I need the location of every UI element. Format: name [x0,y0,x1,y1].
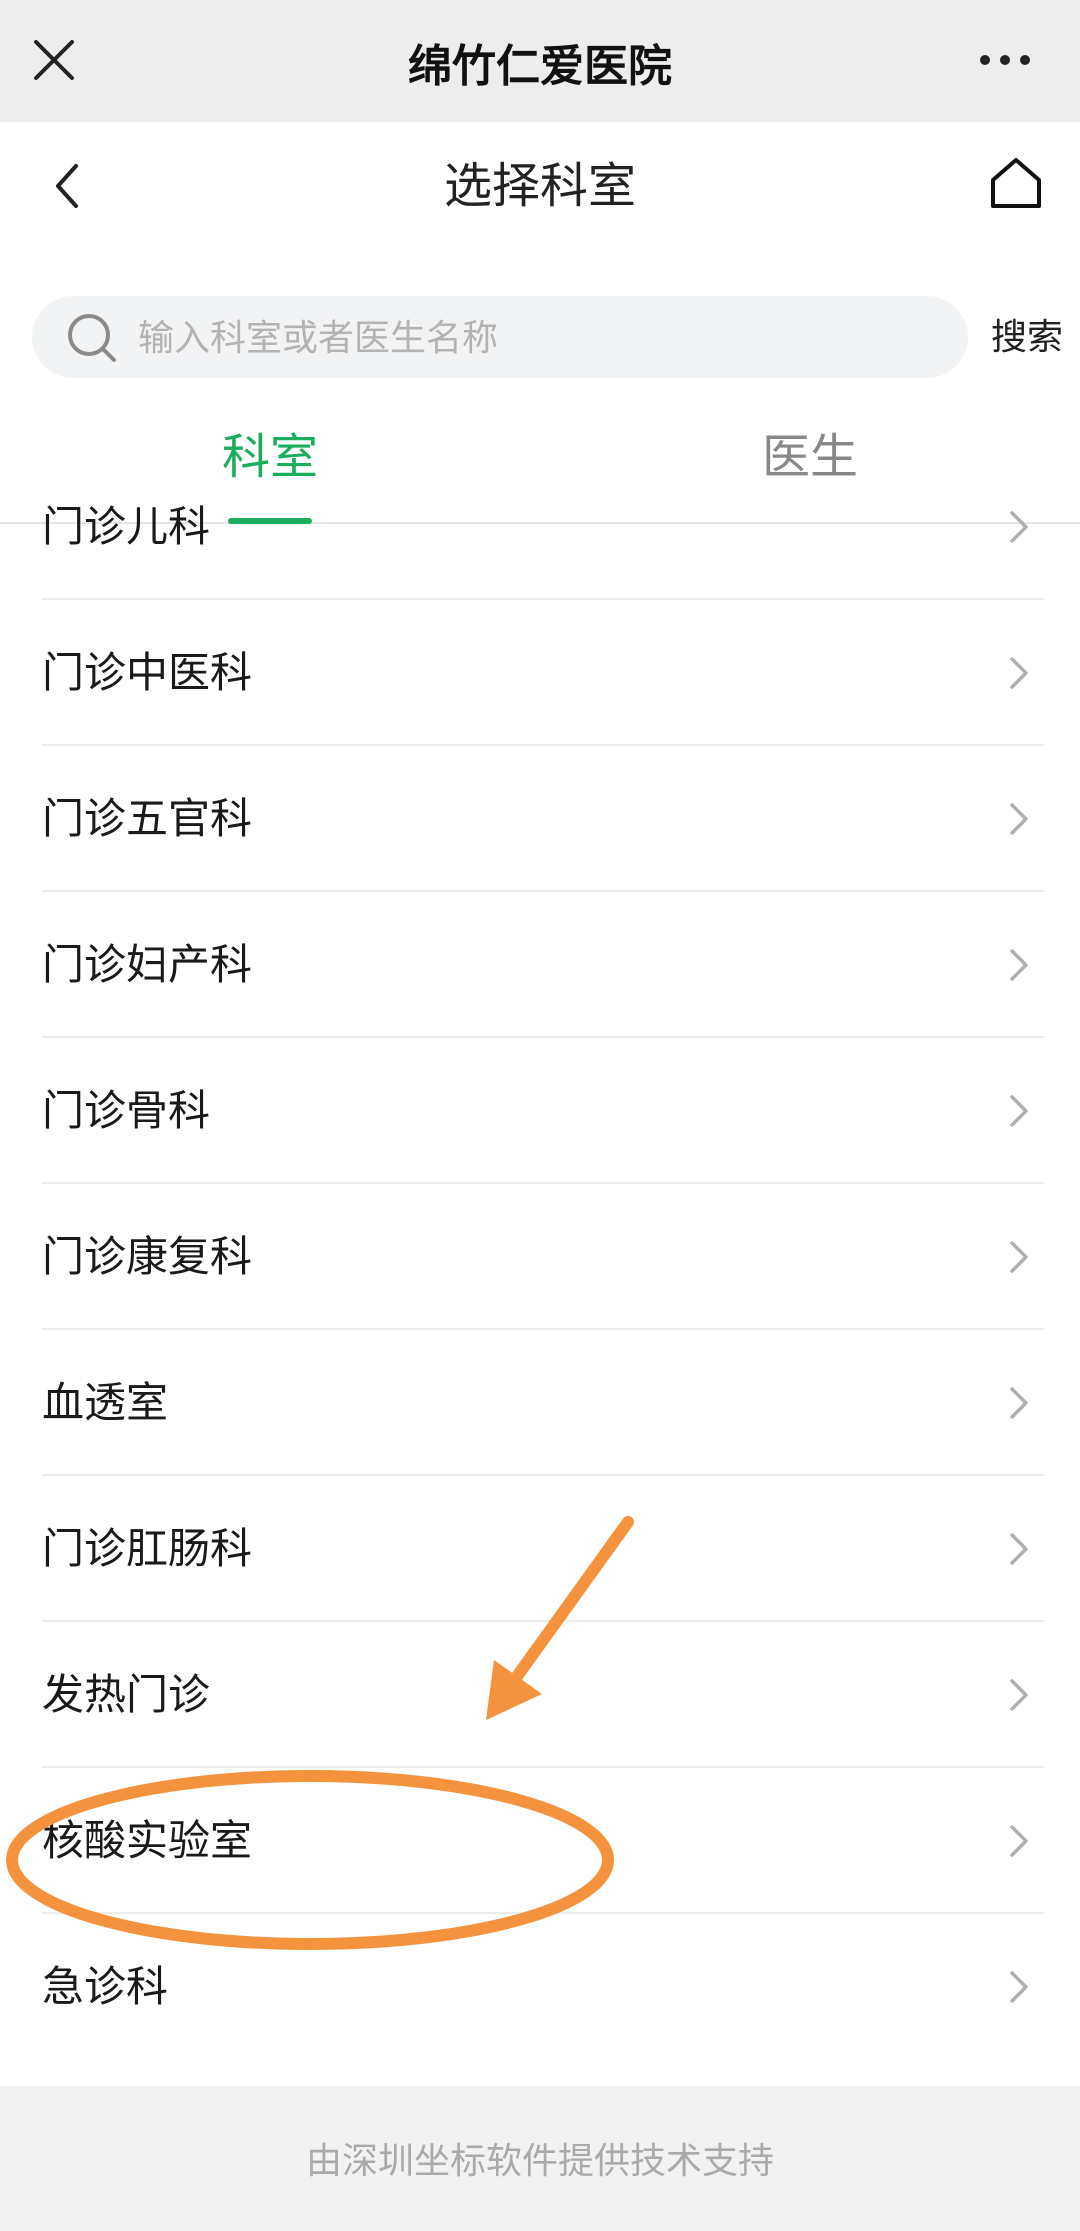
search-icon [68,314,116,362]
chevron-right-icon [1010,657,1028,689]
list-item[interactable]: 门诊康复科 [0,1184,1080,1330]
department-name: 发热门诊 [42,1670,211,1719]
list-item[interactable]: 血透室 [0,1330,1080,1476]
list-item[interactable]: 核酸实验室 [0,1768,1080,1914]
department-name: 急诊科 [42,1962,169,2011]
department-name: 门诊骨科 [42,1086,211,1135]
chevron-right-icon [1010,1679,1028,1711]
department-name: 门诊中医科 [42,648,253,697]
chevron-right-icon [1010,1533,1028,1565]
list-item[interactable]: 门诊中医科 [0,600,1080,746]
list-item[interactable]: 门诊肛肠科 [0,1476,1080,1622]
footer-text: 由深圳坐标软件提供技术支持 [305,2141,774,2182]
list-item[interactable]: 门诊骨科 [0,1038,1080,1184]
page-title: 选择科室 [443,158,636,214]
search-bar [32,296,968,380]
search-input[interactable] [136,296,940,380]
page-header: 选择科室 [0,122,1080,242]
list-item[interactable]: 急诊科 [0,1914,1080,2060]
app-title-bar: 绵竹仁爱医院 [0,0,1080,122]
more-dots-icon[interactable] [975,40,1035,80]
chevron-right-icon [1010,1095,1028,1127]
department-name: 门诊康复科 [42,1232,253,1281]
list-item[interactable]: 门诊妇产科 [0,892,1080,1038]
search-button[interactable]: 搜索 [982,308,1072,368]
chevron-right-icon [1010,511,1028,543]
chevron-right-icon [1010,1387,1028,1419]
chevron-right-icon [1010,1241,1028,1273]
department-name: 血透室 [42,1378,169,1427]
department-name: 门诊儿科 [42,502,211,551]
home-icon[interactable] [985,152,1047,214]
list-item[interactable]: 发热门诊 [0,1622,1080,1768]
list-item[interactable]: 门诊五官科 [0,746,1080,892]
chevron-right-icon [1010,1971,1028,2003]
department-name: 门诊肛肠科 [42,1524,253,1573]
chevron-right-icon [1010,803,1028,835]
app-title: 绵竹仁爱医院 [408,41,672,92]
chevron-right-icon [1010,949,1028,981]
chevron-right-icon [1010,1825,1028,1857]
department-name: 门诊五官科 [42,794,253,843]
department-name: 核酸实验室 [42,1816,253,1865]
list-item[interactable]: 门诊儿科 [0,454,1080,600]
footer: 由深圳坐标软件提供技术支持 [0,2086,1080,2231]
department-name: 门诊妇产科 [42,940,253,989]
